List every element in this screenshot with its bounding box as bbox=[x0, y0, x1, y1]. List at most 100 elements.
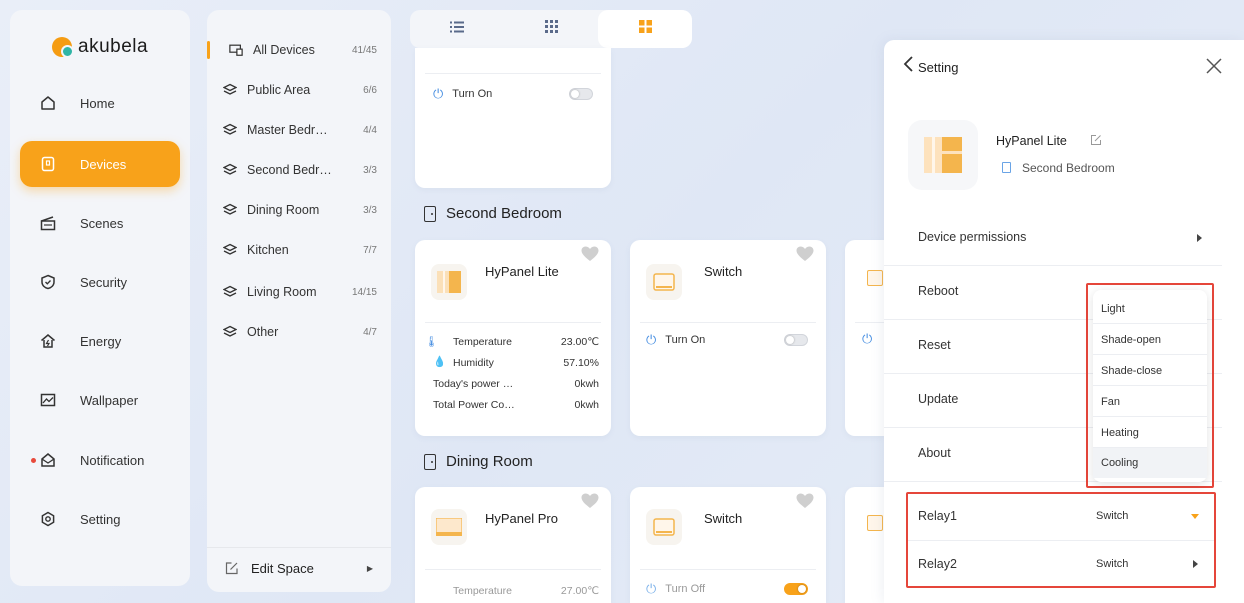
device-card-partial[interactable]: ⏻ bbox=[845, 240, 885, 436]
dropdown-option-heating[interactable]: Heating bbox=[1093, 418, 1207, 448]
relay2-row[interactable]: Relay2 Switch bbox=[908, 541, 1214, 586]
notification-badge-dot bbox=[31, 458, 36, 463]
room-item-kitchen[interactable]: Kitchen 7/7 bbox=[207, 237, 391, 263]
device-thumbnail-icon bbox=[908, 120, 978, 190]
humidity-label: Humidity bbox=[453, 357, 494, 369]
relay-type-dropdown: Light Shade-open Shade-close Fan Heating… bbox=[1093, 290, 1207, 482]
room-count: 4/7 bbox=[363, 326, 377, 338]
room-label: Other bbox=[247, 325, 279, 339]
room-item-dining-room[interactable]: Dining Room 3/3 bbox=[207, 197, 391, 223]
layers-icon bbox=[223, 325, 237, 339]
room-count: 41/45 bbox=[351, 44, 377, 56]
caret-right-icon bbox=[1197, 234, 1202, 242]
favorite-heart-icon[interactable] bbox=[796, 246, 814, 262]
section-title-label: Dining Room bbox=[446, 453, 533, 470]
device-card-hypanel-pro[interactable]: HyPanel Pro Temperature 27.00℃ bbox=[415, 487, 611, 603]
relay1-row[interactable]: Relay1 Switch bbox=[908, 494, 1214, 540]
back-chevron-icon[interactable] bbox=[900, 54, 920, 74]
room-item-other[interactable]: Other 4/7 bbox=[207, 319, 391, 345]
room-count: 3/3 bbox=[363, 204, 377, 216]
nav-item-scenes[interactable]: Scenes bbox=[20, 200, 180, 246]
row-label: About bbox=[918, 446, 951, 460]
nav-item-devices[interactable]: Devices bbox=[20, 141, 180, 187]
dropdown-option-shade-open[interactable]: Shade-open bbox=[1093, 325, 1207, 355]
humidity-value: 57.10% bbox=[563, 357, 599, 369]
nav-item-wallpaper[interactable]: Wallpaper bbox=[20, 377, 180, 423]
device-card-partial[interactable] bbox=[845, 487, 885, 603]
room-item-master-bedroom[interactable]: Master Bedr… 4/4 bbox=[207, 117, 391, 143]
dropdown-option-light[interactable]: Light bbox=[1093, 294, 1207, 324]
devices-icon bbox=[39, 155, 57, 173]
room-label: Master Bedr… bbox=[247, 123, 328, 137]
layers-icon bbox=[223, 83, 237, 97]
power-toggle[interactable] bbox=[784, 334, 808, 346]
favorite-heart-icon[interactable] bbox=[581, 246, 599, 262]
card-view-tab[interactable] bbox=[598, 10, 692, 48]
row-label: Reset bbox=[918, 338, 951, 352]
device-card-switch[interactable]: Switch ⏻ Turn Off bbox=[630, 487, 826, 603]
sidebar: akubela Home Devices Scenes Security Ene… bbox=[10, 10, 190, 586]
grid-view-tab[interactable] bbox=[504, 10, 598, 48]
panel-title: Setting bbox=[918, 60, 959, 75]
power-toggle[interactable] bbox=[784, 583, 808, 595]
brand-name: akubela bbox=[78, 36, 149, 57]
dropdown-option-shade-close[interactable]: Shade-close bbox=[1093, 356, 1207, 386]
divider bbox=[640, 569, 816, 570]
favorite-heart-icon[interactable] bbox=[581, 493, 599, 509]
door-icon bbox=[424, 205, 436, 222]
temperature-value: 27.00℃ bbox=[560, 585, 599, 597]
row-label: Update bbox=[918, 392, 959, 406]
humidity-drop-icon: 💧 bbox=[433, 356, 447, 368]
nav-item-home[interactable]: Home bbox=[20, 80, 180, 126]
room-label: Dining Room bbox=[247, 203, 320, 217]
dropdown-option-fan[interactable]: Fan bbox=[1093, 387, 1207, 417]
section-title-dining-room: Dining Room bbox=[424, 453, 533, 470]
view-toggle bbox=[410, 10, 692, 48]
device-thumbnail-icon bbox=[867, 515, 883, 531]
notification-icon bbox=[39, 451, 57, 469]
dropdown-option-cooling[interactable]: Cooling bbox=[1093, 448, 1207, 478]
device-card-hypanel-lite[interactable]: HyPanel Lite 🌡 Temperature 23.00℃ 💧 Humi… bbox=[415, 240, 611, 436]
device-card[interactable]: ⏻ Turn On bbox=[415, 48, 611, 188]
power-label: Turn On bbox=[665, 334, 706, 346]
room-label: Public Area bbox=[247, 83, 311, 97]
room-count: 6/6 bbox=[363, 84, 377, 96]
edit-icon bbox=[225, 561, 239, 575]
room-item-all-devices[interactable]: All Devices 41/45 bbox=[207, 37, 391, 63]
divider bbox=[425, 322, 601, 323]
layers-icon bbox=[223, 285, 237, 299]
nav-item-setting[interactable]: Setting bbox=[20, 496, 180, 542]
edit-space-button[interactable]: Edit Space ▶ bbox=[207, 555, 391, 581]
nav-item-notification[interactable]: Notification bbox=[20, 437, 180, 483]
room-item-public-area[interactable]: Public Area 6/6 bbox=[207, 77, 391, 103]
edit-space-label: Edit Space bbox=[251, 560, 314, 576]
close-icon[interactable] bbox=[1206, 58, 1222, 74]
device-permissions-row[interactable]: Device permissions bbox=[884, 212, 1244, 266]
list-view-icon bbox=[450, 20, 464, 38]
nav-label: Devices bbox=[80, 156, 127, 172]
nav-item-security[interactable]: Security bbox=[20, 259, 180, 305]
favorite-heart-icon[interactable] bbox=[796, 493, 814, 509]
device-card-switch[interactable]: Switch ⏻ Turn On bbox=[630, 240, 826, 436]
caret-right-icon bbox=[1193, 560, 1198, 568]
device-name: Switch bbox=[704, 511, 743, 526]
edit-name-icon[interactable] bbox=[1090, 133, 1102, 145]
room-item-living-room[interactable]: Living Room 14/15 bbox=[207, 279, 391, 305]
room-item-second-bedroom[interactable]: Second Bedr… 3/3 bbox=[207, 157, 391, 183]
power-icon: ⏻ bbox=[646, 332, 657, 347]
card-view-icon bbox=[638, 20, 652, 38]
switch-thumbnail-icon bbox=[646, 509, 682, 545]
room-count: 14/15 bbox=[351, 286, 377, 298]
room-count: 4/4 bbox=[363, 124, 377, 136]
today-power-value: 0kwh bbox=[574, 378, 599, 390]
power-label: Turn Off bbox=[665, 583, 706, 595]
nav-label: Setting bbox=[80, 511, 121, 527]
list-view-tab[interactable] bbox=[410, 10, 504, 48]
relay-label: Relay2 bbox=[918, 557, 957, 571]
scenes-icon bbox=[39, 214, 57, 232]
section-title-second-bedroom: Second Bedroom bbox=[424, 205, 562, 222]
all-devices-icon bbox=[229, 43, 243, 57]
power-toggle[interactable] bbox=[569, 88, 593, 100]
nav-label: Wallpaper bbox=[80, 392, 139, 408]
nav-item-energy[interactable]: Energy bbox=[20, 318, 180, 364]
